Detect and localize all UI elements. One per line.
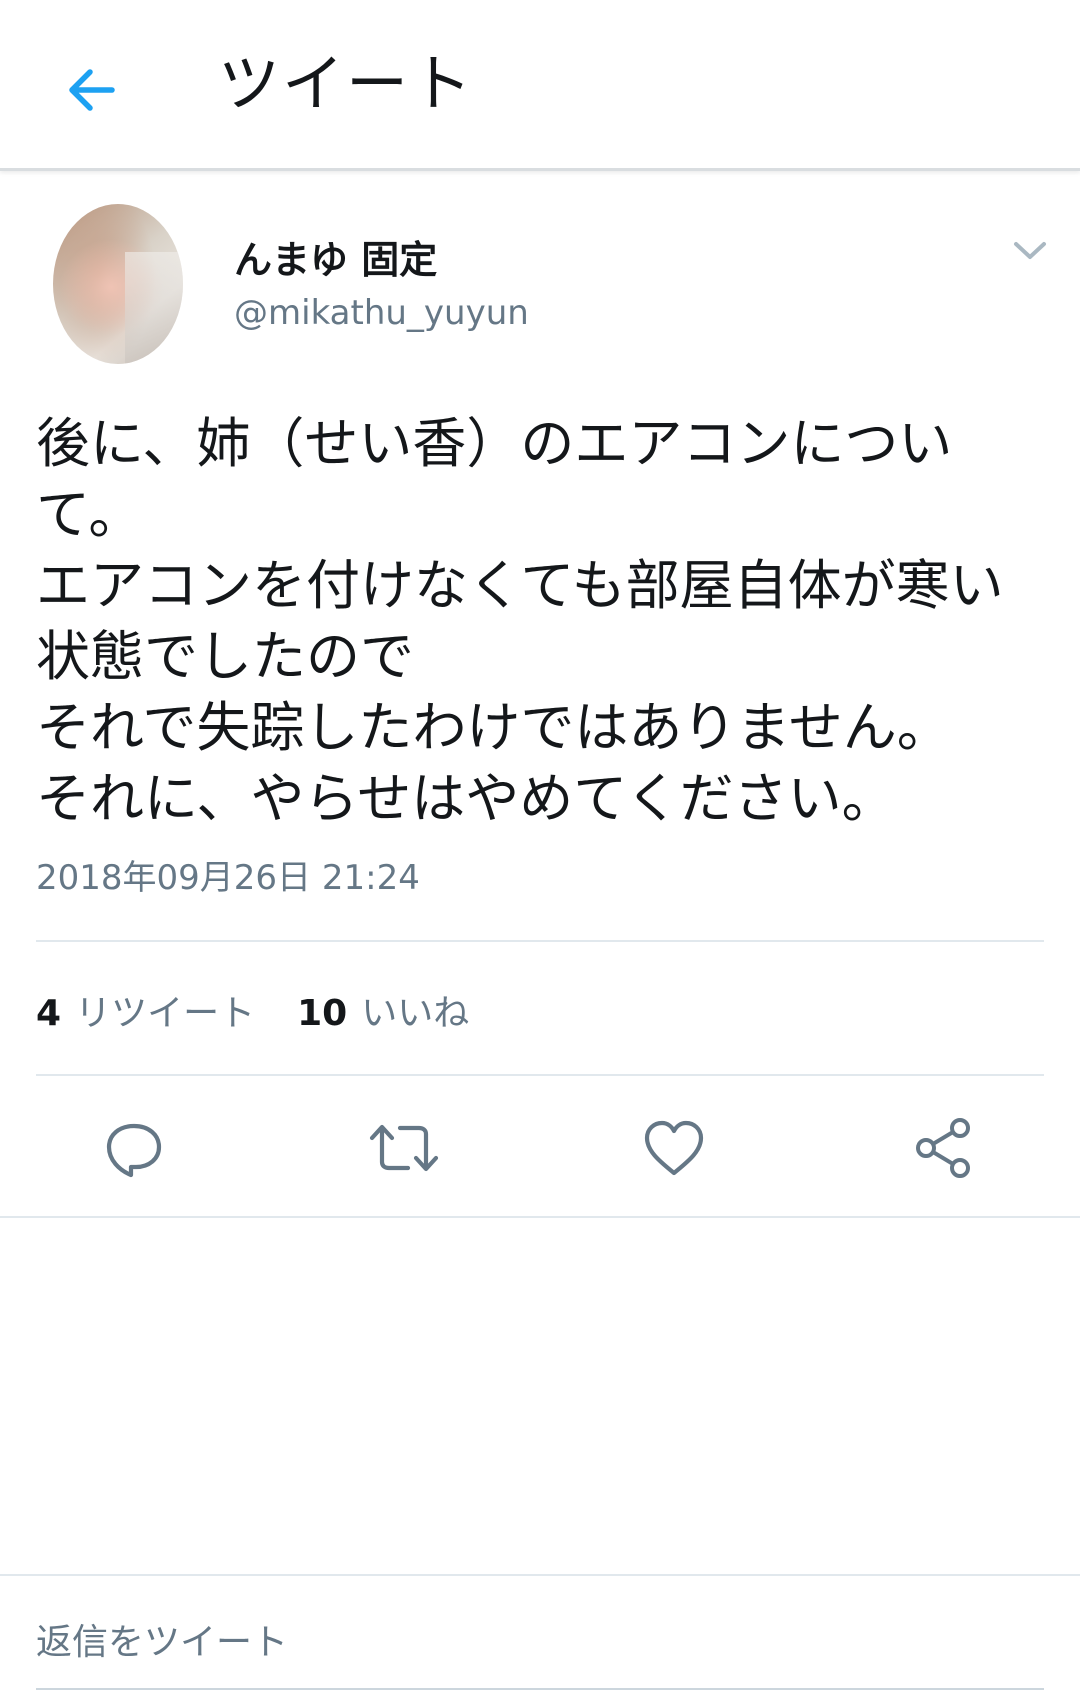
- arrow-left-icon: [69, 69, 115, 111]
- retweet-label: リツイート: [75, 993, 256, 1034]
- reply-icon: [106, 1123, 162, 1178]
- heart-icon: [644, 1120, 704, 1176]
- reply-input[interactable]: [36, 1612, 1044, 1672]
- retweet-stat[interactable]: 4 リツイート: [36, 984, 255, 1036]
- avatar[interactable]: [53, 204, 183, 364]
- tweet-timestamp: 2018年09月26日 21:24: [36, 858, 420, 898]
- user-handle[interactable]: @mikathu_yuyun: [234, 288, 529, 338]
- like-count: 10: [297, 993, 348, 1034]
- share-button[interactable]: [908, 1116, 980, 1180]
- app-header: ツイート: [0, 0, 1080, 171]
- divider: [36, 940, 1044, 942]
- retweet-icon: [369, 1124, 439, 1172]
- retweet-count: 4: [36, 993, 62, 1034]
- share-icon: [916, 1118, 970, 1178]
- reply-button[interactable]: [98, 1116, 170, 1180]
- section-divider: [0, 1216, 1080, 1218]
- like-label: いいね: [361, 993, 470, 1034]
- reply-input-underline: [36, 1688, 1044, 1690]
- back-button[interactable]: [52, 50, 132, 130]
- like-stat[interactable]: 10 いいね: [297, 984, 469, 1036]
- chevron-down-icon[interactable]: [1010, 236, 1050, 264]
- page-title: ツイート: [218, 47, 475, 120]
- like-button[interactable]: [638, 1116, 710, 1180]
- retweet-button[interactable]: [368, 1116, 440, 1180]
- tweet-text: 後に、姉（せい香）のエアコンについ て。 エアコンを付けなくても部屋自体が寒い …: [36, 412, 1004, 830]
- display-name[interactable]: んまゆ 固定: [234, 232, 437, 288]
- tweet-stats: 4 リツイート 10 いいね: [36, 980, 511, 1040]
- divider: [36, 1074, 1044, 1076]
